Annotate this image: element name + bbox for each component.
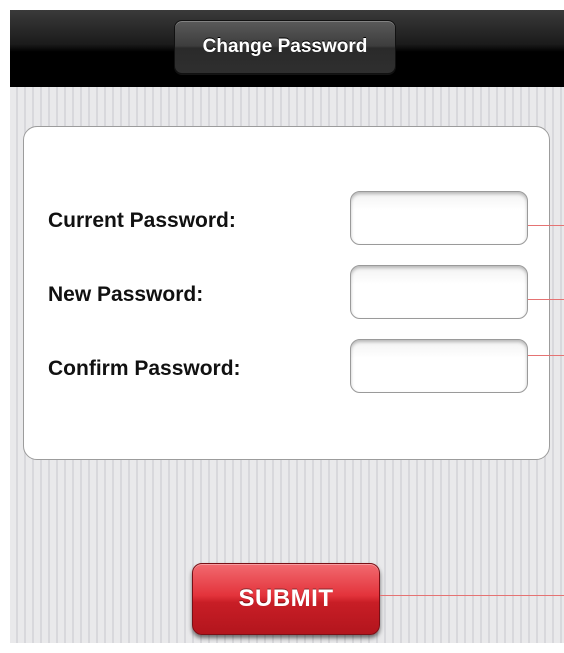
annotation-line xyxy=(528,355,564,356)
annotation-line xyxy=(528,225,564,226)
annotation-line xyxy=(380,595,564,596)
change-password-screen: Change Password Current Password: New Pa… xyxy=(10,10,564,643)
navigation-bar: Change Password xyxy=(10,10,564,87)
confirm-password-input[interactable] xyxy=(350,339,528,393)
submit-button[interactable]: SUBMIT xyxy=(192,563,380,635)
confirm-password-label: Confirm Password: xyxy=(48,357,241,380)
new-password-label: New Password: xyxy=(48,283,204,306)
current-password-label: Current Password: xyxy=(48,209,236,232)
password-form-panel: Current Password: New Password: Confirm … xyxy=(23,126,550,460)
annotation-line xyxy=(528,299,564,300)
current-password-input[interactable] xyxy=(350,191,528,245)
new-password-input[interactable] xyxy=(350,265,528,319)
page-title: Change Password xyxy=(174,20,396,74)
